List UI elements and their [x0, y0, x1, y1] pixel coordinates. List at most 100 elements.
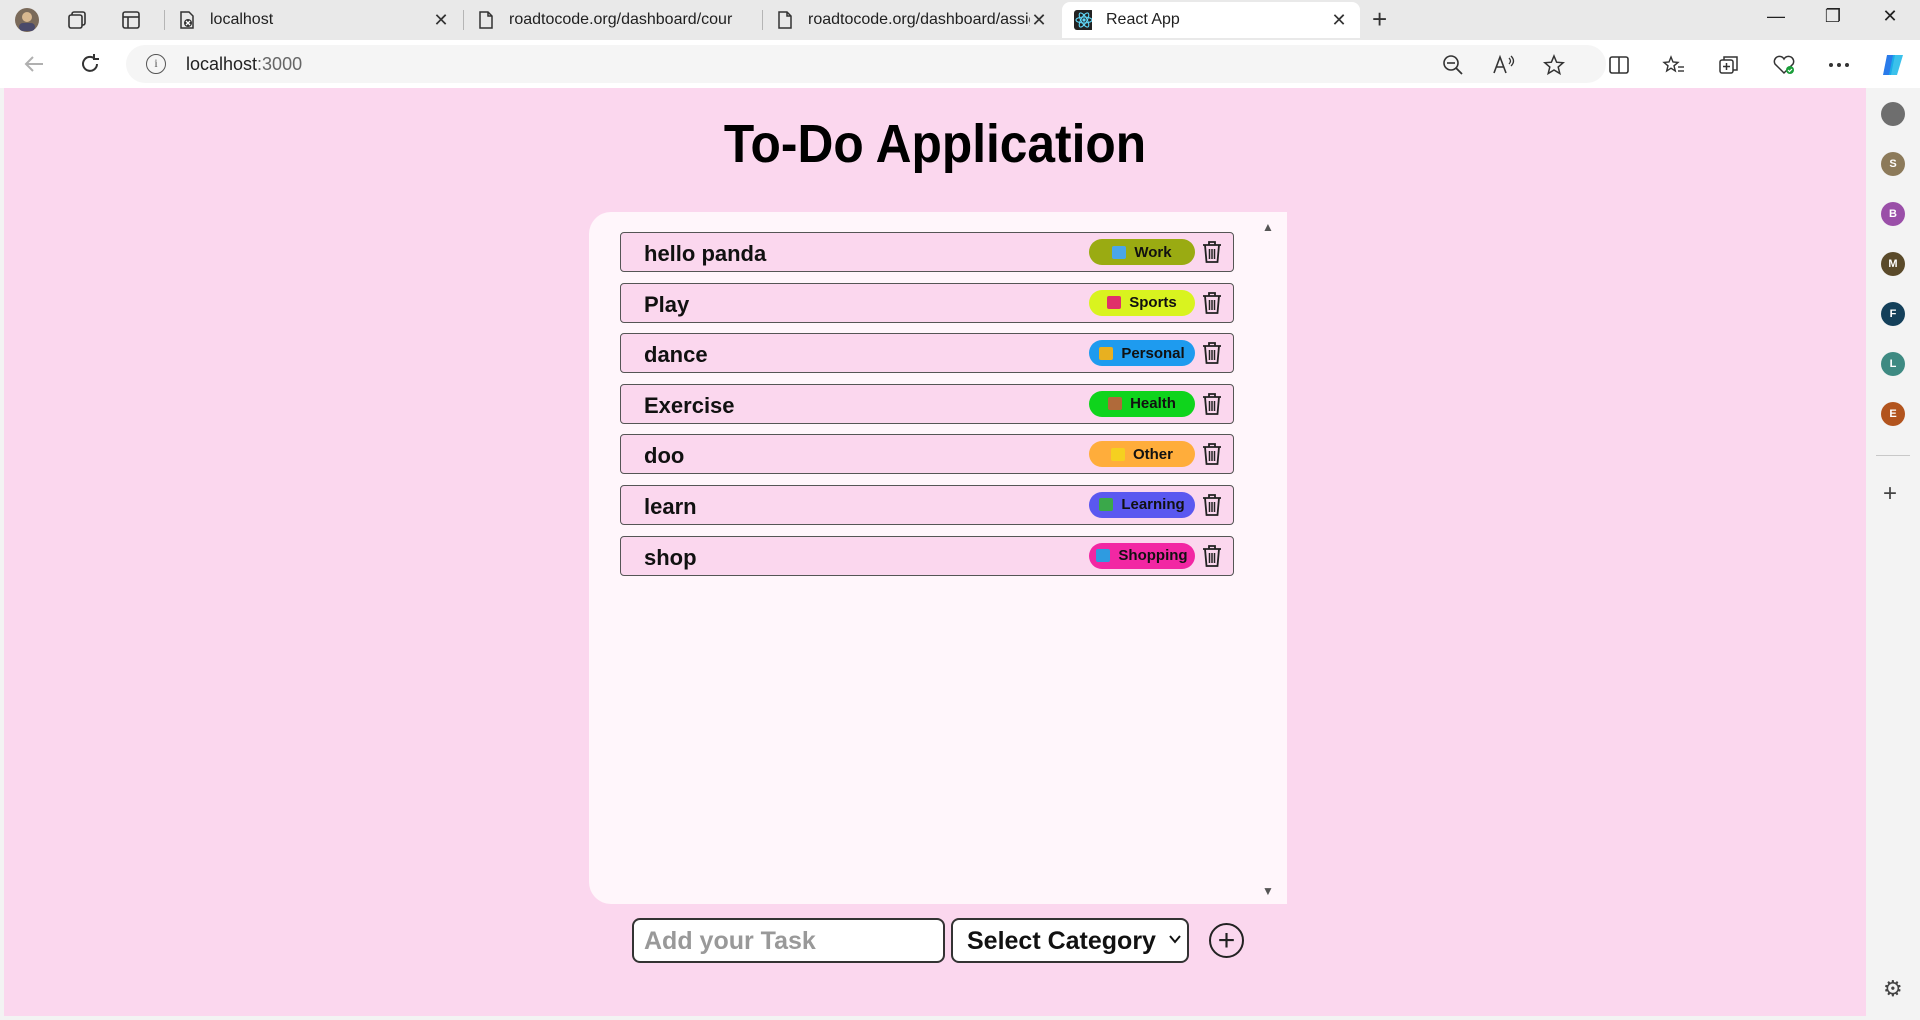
delete-trash-icon[interactable]	[1201, 291, 1223, 315]
sidebar-avatar[interactable]: B	[1881, 202, 1905, 226]
delete-trash-icon[interactable]	[1201, 544, 1223, 568]
category-label: Learning	[1121, 496, 1185, 514]
tab-title: roadtocode.org/dashboard/cour	[509, 11, 733, 28]
task-input-placeholder: Add your Task	[644, 927, 816, 955]
new-tab-button[interactable]: +	[1372, 6, 1387, 32]
category-badge: Learning	[1089, 491, 1195, 518]
site-info-icon[interactable]: i	[146, 54, 166, 74]
tab-localhost[interactable]: localhost ✕	[166, 2, 462, 38]
task-name: Play	[644, 291, 690, 317]
favorites-icon[interactable]	[1661, 52, 1687, 78]
delete-trash-icon[interactable]	[1201, 442, 1223, 466]
task-row[interactable]: learn Learning	[620, 484, 1234, 525]
copilot-icon[interactable]	[1879, 52, 1905, 78]
tab-react-app[interactable]: React App ✕	[1062, 2, 1360, 38]
address-bar[interactable]: i localhost:3000	[126, 45, 1606, 83]
category-badge: Health	[1089, 390, 1195, 417]
minimize-button[interactable]: —	[1756, 6, 1796, 27]
category-emoji-icon	[1099, 498, 1114, 512]
category-badge: Personal	[1089, 340, 1195, 367]
page-icon	[477, 11, 495, 29]
workspaces-icon[interactable]	[64, 7, 90, 33]
category-select-label: Select Category	[967, 927, 1156, 955]
tab-title: roadtocode.org/dashboard/assig	[808, 11, 1030, 28]
category-emoji-icon	[1112, 245, 1127, 259]
restore-button[interactable]: ❐	[1813, 6, 1853, 27]
tab-roadtocode-assignment[interactable]: roadtocode.org/dashboard/assig ✕	[764, 2, 1060, 38]
task-row[interactable]: shop Shopping	[620, 535, 1234, 576]
sidebar-avatar[interactable]: F	[1881, 302, 1905, 326]
sidebar-avatar[interactable]: S	[1881, 152, 1905, 176]
sidebar-settings-icon[interactable]: ⚙	[1883, 976, 1903, 1002]
sidebar-separator	[1876, 455, 1910, 456]
sidebar-avatar[interactable]: M	[1881, 252, 1905, 276]
sidebar-avatar[interactable]: L	[1881, 352, 1905, 376]
tab-close-button[interactable]: ✕	[432, 10, 450, 31]
category-select[interactable]: Select Category	[951, 918, 1189, 963]
back-button[interactable]	[20, 50, 48, 78]
tab-close-button[interactable]: ✕	[1030, 10, 1048, 31]
tab-title: React App	[1106, 11, 1180, 28]
delete-trash-icon[interactable]	[1201, 240, 1223, 264]
delete-trash-icon[interactable]	[1201, 493, 1223, 517]
broken-page-icon	[178, 11, 196, 29]
task-row[interactable]: dance Personal	[620, 333, 1234, 374]
delete-trash-icon[interactable]	[1201, 341, 1223, 365]
category-emoji-icon	[1108, 397, 1123, 411]
split-screen-icon[interactable]	[1606, 52, 1632, 78]
favorite-star-icon[interactable]	[1541, 52, 1567, 78]
sidebar-add-button[interactable]: +	[1883, 480, 1897, 508]
category-emoji-icon	[1110, 447, 1125, 461]
task-list: hello panda Work Play Sports dance Personal Ex…	[620, 232, 1234, 586]
category-emoji-icon	[1099, 346, 1114, 360]
tab-separator	[463, 10, 464, 30]
window-close-button[interactable]: ✕	[1870, 6, 1910, 27]
browser-toolbar: i localhost:3000	[0, 40, 1920, 88]
tab-roadtocode-course[interactable]: roadtocode.org/dashboard/cour	[465, 2, 761, 38]
profile-avatar-icon[interactable]	[14, 7, 40, 33]
task-name: Exercise	[644, 392, 735, 418]
task-row[interactable]: Play Sports	[620, 282, 1234, 323]
task-name: shop	[644, 544, 697, 570]
url-port: :3000	[257, 54, 303, 74]
task-input[interactable]: Add your Task	[632, 918, 945, 963]
category-badge: Work	[1089, 239, 1195, 265]
app-title: To-Do Application	[723, 114, 1147, 174]
zoom-out-icon[interactable]	[1440, 52, 1466, 78]
tab-actions-icon[interactable]	[118, 7, 144, 33]
tab-title: localhost	[210, 11, 274, 28]
add-task-button[interactable]: +	[1209, 923, 1244, 958]
category-emoji-icon	[1096, 549, 1111, 563]
category-label: Personal	[1121, 344, 1185, 362]
browser-essentials-icon[interactable]	[1771, 52, 1797, 78]
category-label: Work	[1134, 243, 1172, 261]
task-row[interactable]: hello panda Work	[620, 232, 1234, 272]
task-name: hello panda	[644, 241, 767, 266]
sidebar-avatar[interactable]	[1881, 102, 1905, 126]
react-logo-icon	[1074, 10, 1092, 30]
category-emoji-icon	[1107, 296, 1122, 310]
task-row[interactable]: Exercise Health	[620, 383, 1234, 424]
tab-close-button[interactable]: ✕	[1330, 10, 1348, 31]
category-label: Other	[1132, 445, 1173, 463]
scroll-up-arrow-icon[interactable]: ▲	[1262, 220, 1274, 234]
refresh-button[interactable]	[76, 50, 104, 78]
task-row[interactable]: doo Other	[620, 434, 1234, 475]
task-name: doo	[644, 443, 685, 469]
collections-icon[interactable]	[1716, 52, 1742, 78]
task-name: learn	[644, 493, 697, 519]
url-host: localhost	[186, 54, 258, 74]
delete-trash-icon[interactable]	[1201, 392, 1223, 416]
read-aloud-icon[interactable]	[1491, 52, 1517, 78]
sidebar-avatar[interactable]: E	[1881, 402, 1905, 426]
tab-separator	[164, 10, 165, 30]
category-label: Health	[1130, 395, 1176, 413]
url-text: localhost:3000	[186, 54, 302, 75]
category-badge: Sports	[1089, 289, 1195, 316]
page-icon	[776, 11, 794, 29]
scroll-down-arrow-icon[interactable]: ▼	[1262, 884, 1274, 898]
category-badge: Shopping	[1089, 542, 1195, 569]
more-icon[interactable]	[1826, 52, 1852, 78]
category-label: Sports	[1129, 294, 1177, 312]
page-viewport: To-Do Application ▲ ▼ hello panda Work Pla…	[4, 88, 1866, 1016]
